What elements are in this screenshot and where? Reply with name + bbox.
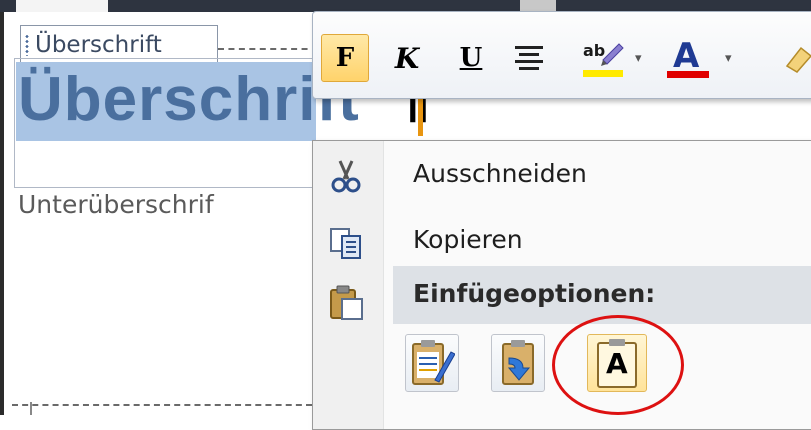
menu-item-cut[interactable]: Ausschneiden <box>313 145 811 205</box>
font-color-button[interactable]: A <box>665 34 711 82</box>
highlighter-pen-icon: ab <box>583 41 624 77</box>
copy-icon <box>330 228 361 259</box>
svg-text:ab: ab <box>583 41 605 60</box>
highlight-dropdown-arrow-icon[interactable]: ▾ <box>635 50 642 66</box>
clipboard-brush-icon <box>412 340 455 385</box>
clipboard-paste-icon <box>330 285 363 320</box>
content-control-corner <box>30 402 38 415</box>
document-left-edge <box>0 12 4 415</box>
content-control-border-top <box>218 48 318 50</box>
content-control-border-bottom <box>12 404 312 406</box>
heading-text[interactable]: Überschrift <box>18 60 360 140</box>
clipboard-arrow-icon <box>502 340 534 385</box>
paste-keep-text-only-button[interactable]: A <box>587 334 647 392</box>
mini-toolbar: F K U ab ▾ A ▾ <box>312 11 811 99</box>
bold-button[interactable]: F <box>321 34 369 82</box>
font-color-dropdown-arrow-icon[interactable]: ▾ <box>725 50 732 66</box>
text-only-label: A <box>606 347 628 380</box>
cut-label: Ausschneiden <box>413 159 587 188</box>
context-menu: Ausschneiden Kopieren Einfügeoptionen: A <box>312 140 811 430</box>
align-center-icon <box>515 46 543 70</box>
format-painter-button[interactable] <box>781 34 811 82</box>
paste-options-header: Einfügeoptionen: <box>393 266 811 324</box>
subheading-text[interactable]: Unterüberschrif <box>18 190 214 219</box>
format-painter-icon <box>785 46 811 73</box>
paste-merge-formatting-button[interactable] <box>491 334 545 392</box>
highlight-color-button[interactable]: ab <box>581 34 625 82</box>
scissors-icon <box>331 160 361 193</box>
svg-text:A: A <box>673 36 700 76</box>
menu-item-copy[interactable]: Kopieren <box>313 211 811 271</box>
center-align-button[interactable] <box>509 34 549 82</box>
top-bar-light-segment <box>16 0 108 12</box>
copy-label: Kopieren <box>413 225 523 254</box>
font-color-icon: A <box>667 36 709 78</box>
drag-grip-icon[interactable] <box>25 34 29 56</box>
underline-button[interactable]: U <box>453 34 489 82</box>
paste-options-label: Einfügeoptionen: <box>413 279 656 308</box>
paste-keep-source-formatting-button[interactable] <box>405 334 459 392</box>
italic-button[interactable]: K <box>389 34 425 82</box>
